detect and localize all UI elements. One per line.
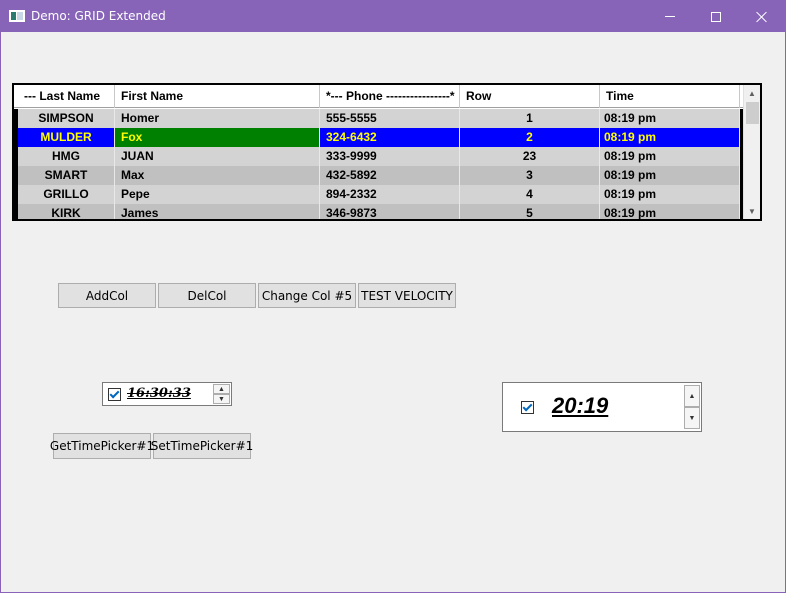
grid-header: --- Last Name First Name *--- Phone ----…	[14, 85, 744, 108]
time-picker-1[interactable]: 16:30:33 ▲ ▼	[102, 382, 232, 406]
time-picker-1-checkbox[interactable]	[108, 388, 121, 401]
close-icon	[756, 11, 768, 23]
cell-first-name[interactable]: Homer	[115, 109, 320, 128]
checkmark-icon	[109, 388, 120, 399]
cell-last-name[interactable]: GRILLO	[14, 185, 115, 204]
cell-first-name[interactable]: James	[115, 204, 320, 219]
table-row[interactable]: KIRK James 346-9873 5 08:19 pm	[14, 204, 744, 219]
time-picker-2-value[interactable]: 20:19	[552, 393, 608, 419]
cell-last-name[interactable]: SIMPSON	[14, 109, 115, 128]
get-time-picker-button[interactable]: GetTimePicker#1	[50, 433, 154, 459]
data-grid[interactable]: --- Last Name First Name *--- Phone ----…	[12, 83, 762, 221]
table-row[interactable]: HMG JUAN 333-9999 23 08:19 pm	[14, 147, 744, 166]
cell-time[interactable]: 08:19 pm	[600, 185, 740, 204]
spin-down-icon[interactable]: ▼	[684, 407, 700, 429]
scroll-up-arrow-icon[interactable]: ▲	[744, 85, 760, 101]
cell-last-name[interactable]: MULDER	[14, 128, 115, 147]
grid-body: SIMPSON Homer 555-5555 1 08:19 pm MULDER Fox 32…	[14, 109, 744, 219]
add-col-button[interactable]: AddCol	[58, 283, 156, 308]
maximize-button[interactable]	[693, 1, 739, 32]
cell-row[interactable]: 4	[460, 185, 600, 204]
title-bar[interactable]: Demo: GRID Extended	[1, 1, 785, 32]
close-button[interactable]	[739, 1, 785, 32]
cell-first-name[interactable]: Fox	[115, 128, 320, 147]
cell-first-name[interactable]: Max	[115, 166, 320, 185]
cell-row[interactable]: 3	[460, 166, 600, 185]
column-header-first-name[interactable]: First Name	[115, 85, 320, 108]
time-picker-1-value[interactable]: 16:30:33	[127, 386, 191, 401]
minimize-button[interactable]	[647, 1, 693, 32]
change-col-button[interactable]: Change Col #5	[258, 283, 356, 308]
maximize-icon	[711, 11, 721, 22]
time-picker-1-spinner[interactable]: ▲ ▼	[213, 384, 230, 404]
cell-phone[interactable]: 324-6432	[320, 128, 460, 147]
cell-row[interactable]: 1	[460, 109, 600, 128]
time-picker-2-spinner[interactable]: ▲ ▼	[684, 385, 700, 429]
cell-row[interactable]: 5	[460, 204, 600, 219]
cell-last-name[interactable]: HMG	[14, 147, 115, 166]
time-picker-2-checkbox[interactable]	[521, 401, 534, 414]
table-row[interactable]: MULDER Fox 324-6432 2 08:19 pm	[14, 128, 744, 147]
cell-time[interactable]: 08:19 pm	[600, 109, 740, 128]
time-picker-2[interactable]: 20:19 ▲ ▼	[502, 382, 702, 432]
column-header-time[interactable]: Time	[600, 85, 740, 108]
column-header-last-name[interactable]: --- Last Name	[14, 85, 115, 108]
cell-first-name[interactable]: Pepe	[115, 185, 320, 204]
cell-row[interactable]: 23	[460, 147, 600, 166]
cell-phone[interactable]: 333-9999	[320, 147, 460, 166]
table-row[interactable]: SMART Max 432-5892 3 08:19 pm	[14, 166, 744, 185]
checkmark-icon	[522, 401, 533, 412]
spin-down-icon[interactable]: ▼	[213, 394, 230, 404]
cell-time[interactable]: 08:19 pm	[600, 166, 740, 185]
cell-last-name[interactable]: SMART	[14, 166, 115, 185]
minimize-icon	[665, 16, 675, 17]
test-velocity-button[interactable]: TEST VELOCITY	[358, 283, 456, 308]
column-header-row[interactable]: Row	[460, 85, 600, 108]
set-time-picker-button[interactable]: SetTimePicker#1	[151, 433, 253, 459]
app-window: Demo: GRID Extended --- Last Name First …	[0, 0, 786, 593]
cell-time[interactable]: 08:19 pm	[600, 204, 740, 219]
cell-last-name[interactable]: KIRK	[14, 204, 115, 219]
column-header-phone[interactable]: *--- Phone ----------------*	[320, 85, 460, 108]
scroll-thumb[interactable]	[746, 102, 759, 124]
table-row[interactable]: SIMPSON Homer 555-5555 1 08:19 pm	[14, 109, 744, 128]
cell-phone[interactable]: 346-9873	[320, 204, 460, 219]
cell-phone[interactable]: 432-5892	[320, 166, 460, 185]
spin-up-icon[interactable]: ▲	[684, 385, 700, 407]
grid-scrollbar[interactable]: ▲ ▼	[743, 85, 760, 219]
table-row[interactable]: GRILLO Pepe 894-2332 4 08:19 pm	[14, 185, 744, 204]
cell-phone[interactable]: 894-2332	[320, 185, 460, 204]
window-title: Demo: GRID Extended	[31, 9, 166, 23]
spin-up-icon[interactable]: ▲	[213, 384, 230, 394]
cell-row[interactable]: 2	[460, 128, 600, 147]
cell-phone[interactable]: 555-5555	[320, 109, 460, 128]
scroll-down-arrow-icon[interactable]: ▼	[744, 203, 760, 219]
del-col-button[interactable]: DelCol	[158, 283, 256, 308]
app-icon	[9, 10, 25, 22]
cell-time[interactable]: 08:19 pm	[600, 147, 740, 166]
cell-first-name[interactable]: JUAN	[115, 147, 320, 166]
cell-time[interactable]: 08:19 pm	[600, 128, 740, 147]
